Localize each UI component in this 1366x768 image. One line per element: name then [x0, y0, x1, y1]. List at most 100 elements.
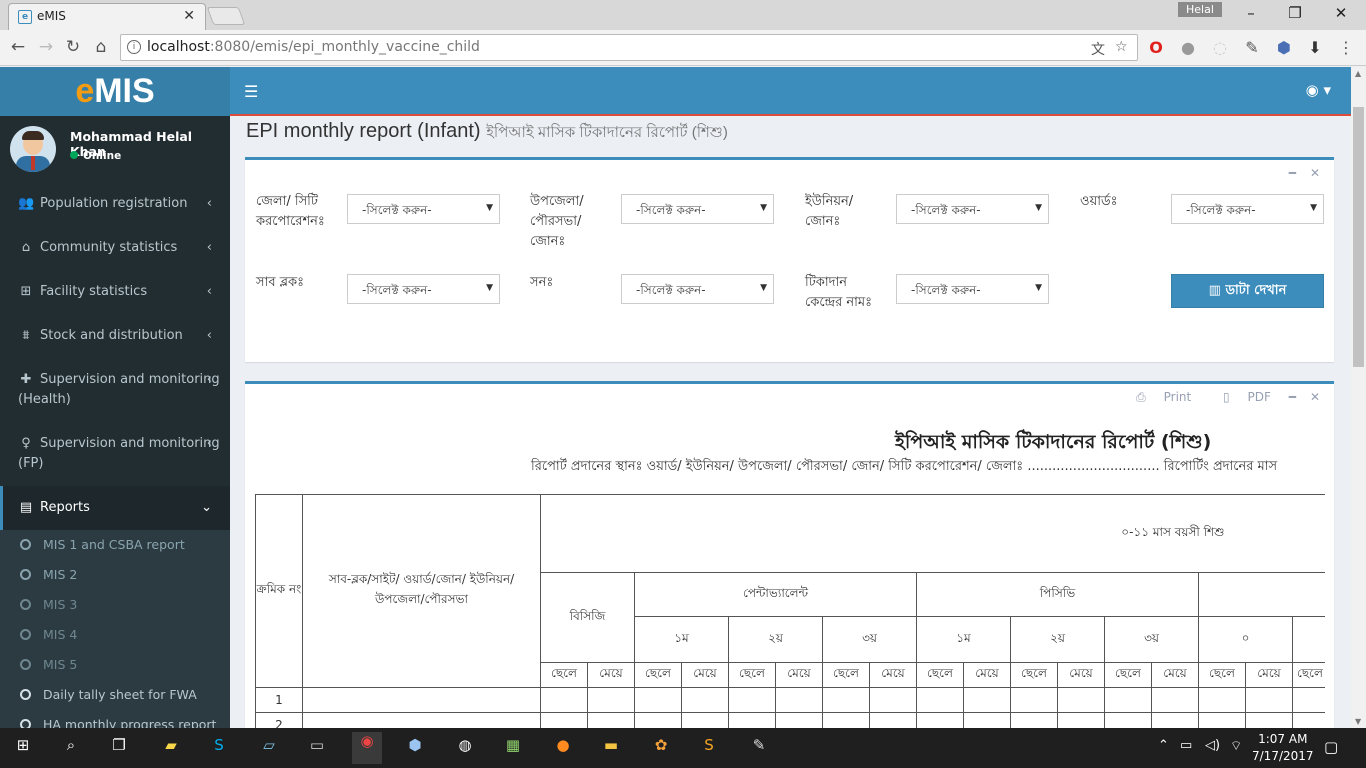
- cube-icon[interactable]: ⬢: [1274, 38, 1294, 57]
- profile-name[interactable]: Helal: [1178, 2, 1222, 17]
- submenu-item[interactable]: MIS 4: [0, 620, 230, 650]
- sidebar-item-population[interactable]: 👥 Population registration ‹: [0, 182, 230, 226]
- virtualbox-icon[interactable]: ⬢: [402, 736, 428, 760]
- serial-cell: 2: [255, 712, 303, 728]
- medkit-icon: ⊞: [20, 284, 32, 299]
- notifications-icon[interactable]: ▢: [1324, 738, 1338, 756]
- scroll-up-icon[interactable]: ▲: [1355, 69, 1361, 78]
- download-icon[interactable]: ⬇: [1305, 38, 1325, 57]
- clock-date: 7/17/2017: [1252, 749, 1314, 763]
- scroll-thumb[interactable]: [1353, 107, 1364, 367]
- file-explorer-icon[interactable]: ▬: [598, 736, 624, 760]
- sidebar-item-supervision-health[interactable]: ✚ Supervision and monitoring (Health) ‹: [0, 358, 230, 422]
- tab-close-icon[interactable]: ✕: [183, 8, 195, 24]
- volume-icon[interactable]: ◁): [1205, 738, 1220, 753]
- pdf-button[interactable]: ▯ PDF: [1209, 390, 1271, 404]
- report-heading: ইপিআই মাসিক টিকাদানের রিপোর্ট (শিশু): [895, 431, 1212, 453]
- col-location: সাব-ব্লক/সাইট/ ওয়ার্ড/জোন/ ইউনিয়ন/ উপজ…: [302, 494, 541, 688]
- tray-chevron-icon[interactable]: ⌃: [1158, 738, 1169, 753]
- gender-cell: ছেলে: [1292, 662, 1325, 688]
- globe-icon[interactable]: ●: [1178, 38, 1198, 57]
- collapse-icon[interactable]: ━: [1289, 166, 1296, 180]
- submenu-item[interactable]: MIS 2: [0, 560, 230, 590]
- task-view-icon[interactable]: ❐: [106, 736, 132, 760]
- chevron-down-icon: ⌄: [201, 500, 212, 515]
- eyedropper-icon[interactable]: ✎: [1242, 38, 1262, 57]
- caret-down-icon: ▼: [1035, 203, 1042, 213]
- collapse-icon[interactable]: ━: [1289, 390, 1296, 404]
- system-clock[interactable]: 1:07 AM 7/17/2017: [1252, 731, 1314, 765]
- submenu-item[interactable]: HA monthly progress report: [0, 710, 230, 728]
- new-tab-button[interactable]: [206, 7, 246, 25]
- extension-icon[interactable]: ◌: [1210, 38, 1230, 57]
- zilla-select[interactable]: -সিলেক্ট করুন- ▼: [347, 194, 500, 224]
- battery-icon[interactable]: ▭: [1180, 738, 1192, 753]
- user-panel: Mohammad Helal Khan Online: [0, 116, 230, 182]
- year-select[interactable]: -সিলেক্ট করুন- ▼: [621, 274, 774, 304]
- info-icon[interactable]: i: [127, 40, 141, 54]
- circle-icon: [20, 569, 31, 580]
- submenu-item[interactable]: MIS 5: [0, 650, 230, 680]
- terminal-icon[interactable]: ▭: [304, 736, 330, 760]
- show-data-button[interactable]: ▥ ডাটা দেখান: [1171, 274, 1324, 308]
- window-close-icon[interactable]: ✕: [1326, 4, 1356, 22]
- submenu-item[interactable]: MIS 3: [0, 590, 230, 620]
- back-icon[interactable]: ←: [8, 37, 28, 57]
- windows-start-icon[interactable]: ⊞: [10, 736, 36, 760]
- bookmark-star-icon[interactable]: ☆: [1115, 39, 1128, 55]
- minimize-icon[interactable]: –: [1236, 4, 1266, 22]
- home-icon[interactable]: ⌂: [91, 37, 111, 57]
- print-button[interactable]: ⎙ Print: [1122, 390, 1191, 404]
- sidebar-item-label: Facility statistics: [40, 284, 148, 299]
- browser-tab[interactable]: e eMIS ✕: [8, 3, 206, 30]
- submenu-label: MIS 5: [43, 657, 78, 672]
- union-label: ইউনিয়ন/ জোনঃ: [805, 194, 854, 229]
- home-icon: ⌂: [21, 240, 31, 255]
- remove-icon[interactable]: ✕: [1310, 390, 1320, 404]
- app-logo[interactable]: eMIS: [0, 67, 230, 116]
- restore-icon[interactable]: ❐: [1280, 4, 1310, 22]
- app-icon[interactable]: ◍: [452, 736, 478, 760]
- submenu-item[interactable]: MIS 1 and CSBA report: [0, 530, 230, 560]
- sidebar-item-supervision-fp[interactable]: ♀ Supervision and monitoring (FP) ‹: [0, 422, 230, 486]
- sidebar-item-stock[interactable]: ⩩ Stock and distribution ‹: [0, 314, 230, 358]
- url-input[interactable]: i localhost:8080/emis/epi_monthly_vaccin…: [120, 34, 1138, 61]
- notepad-icon[interactable]: ▱: [256, 736, 282, 760]
- chrome-icon[interactable]: ◉: [352, 732, 382, 764]
- sublime-icon[interactable]: S: [696, 736, 722, 760]
- hamburger-icon[interactable]: ☰: [244, 82, 258, 101]
- wifi-icon[interactable]: ⌔: [1230, 738, 1242, 754]
- subblock-select[interactable]: -সিলেক্ট করুন- ▼: [347, 274, 500, 304]
- dose-cell: ২য়: [1010, 616, 1105, 663]
- forward-icon[interactable]: →: [36, 37, 56, 57]
- chart-app-icon[interactable]: ▦: [500, 736, 526, 760]
- table-row: 2: [255, 712, 1325, 728]
- gender-cell: মেয়ে: [775, 662, 823, 688]
- user-menu-icon[interactable]: ◉ ▾: [1306, 81, 1331, 99]
- clock-time: 1:07 AM: [1258, 732, 1308, 746]
- submenu-item[interactable]: Daily tally sheet for FWA: [0, 680, 230, 710]
- sidebar-item-community[interactable]: ⌂ Community statistics ‹: [0, 226, 230, 270]
- page-scrollbar[interactable]: ▲ ▼: [1351, 67, 1366, 728]
- upazila-select[interactable]: -সিলেক্ট করুন- ▼: [621, 194, 774, 224]
- search-icon[interactable]: ⌕: [58, 736, 84, 760]
- sidebar-item-facility[interactable]: ⊞ Facility statistics ‹: [0, 270, 230, 314]
- sidebar: eMIS Mohammad Helal Khan Online 👥 Populat…: [0, 67, 230, 728]
- firefox-icon[interactable]: ●: [550, 736, 576, 760]
- opera-icon[interactable]: O: [1146, 38, 1166, 57]
- skype-icon[interactable]: S: [206, 736, 232, 760]
- ward-select[interactable]: -সিলেক্ট করুন- ▼: [1171, 194, 1324, 224]
- scroll-down-icon[interactable]: ▼: [1355, 717, 1361, 726]
- translate-icon[interactable]: 文: [1091, 39, 1105, 59]
- reload-icon[interactable]: ↻: [63, 37, 83, 57]
- menu-dots-icon[interactable]: ⋮: [1336, 38, 1356, 57]
- xampp-icon[interactable]: ✿: [648, 736, 674, 760]
- gender-cell: ছেলে: [1010, 662, 1058, 688]
- sticky-notes-icon[interactable]: ▰: [158, 736, 184, 760]
- center-select[interactable]: -সিলেক্ট করুন- ▼: [896, 274, 1049, 304]
- remove-icon[interactable]: ✕: [1310, 166, 1320, 180]
- paint-icon[interactable]: ✎: [746, 736, 772, 760]
- gender-cell: ছেলে: [540, 662, 588, 688]
- sidebar-item-reports[interactable]: ▤ Reports ⌄: [0, 486, 230, 530]
- union-select[interactable]: -সিলেক্ট করুন- ▼: [896, 194, 1049, 224]
